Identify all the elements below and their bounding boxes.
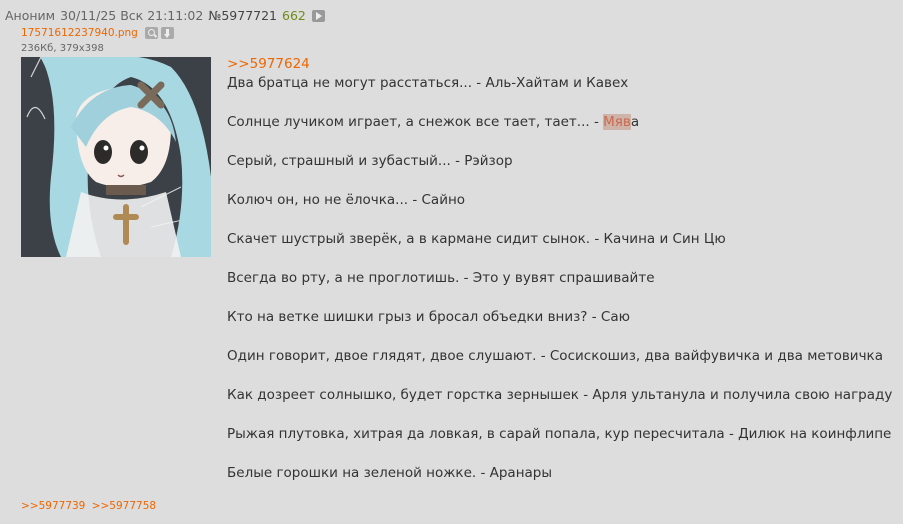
play-icon[interactable] [311,9,325,22]
riddle-line: Скачет шустрый зверёк, а в кармане сидит… [227,231,726,247]
riddle-line: Один говорит, двое глядят, двое слушают.… [227,348,883,364]
spoiler[interactable]: Мяв [603,114,631,130]
backlink[interactable]: >>5977758 [92,500,156,512]
thumbnail-artwork [21,57,211,257]
post-body: >>5977624 Два братца не могут расстаться… [227,57,892,482]
file-name-link[interactable]: 17571612237940.png [21,27,138,39]
post-datetime: 30/11/25 Вск 21:11:02 [60,8,204,23]
post-thumbnail[interactable] [21,57,211,257]
riddle-line: Рыжая плутовка, хитрая да ловкая, в сара… [227,426,892,442]
reply-count[interactable]: 662 [282,8,306,23]
riddle-line: Два братца не могут расстаться... - Аль-… [227,75,629,91]
riddle-line: Белые горошки на зеленой ножке. - Аранар… [227,465,553,481]
riddle-line-text: Солнце лучиком играет, а снежок все тает… [227,114,604,130]
file-info: 17571612237940.png 236Кб, 379x398 [21,27,174,54]
riddle-line: Всегда во рту, а не проглотишь. - Это у … [227,270,655,286]
backlinks: >>5977739 >>5977758 [21,500,159,512]
poster-name: Аноним [5,8,56,23]
post-number[interactable]: №5977721 [208,8,277,23]
riddle-line: Колюч он, но не ёлочка... - Сайно [227,192,466,208]
post-header: Аноним 30/11/25 Вск 21:11:02 №5977721 66… [5,8,325,23]
riddle-line: Серый, страшный и зубастый... - Рэйзор [227,153,513,169]
backlink[interactable]: >>5977739 [21,500,85,512]
search-icon[interactable] [144,27,158,39]
riddle-line: Солнце лучиком играет, а снежок все тает… [227,114,639,130]
file-meta: 236Кб, 379x398 [21,43,104,54]
download-icon[interactable] [160,27,174,39]
spoiler-tail: а [630,114,640,130]
reply-link[interactable]: >>5977624 [227,57,310,72]
riddle-line: Как дозреет солнышко, будет горстка зерн… [227,387,893,403]
riddle-line: Кто на ветке шишки грыз и бросал объедки… [227,309,630,325]
